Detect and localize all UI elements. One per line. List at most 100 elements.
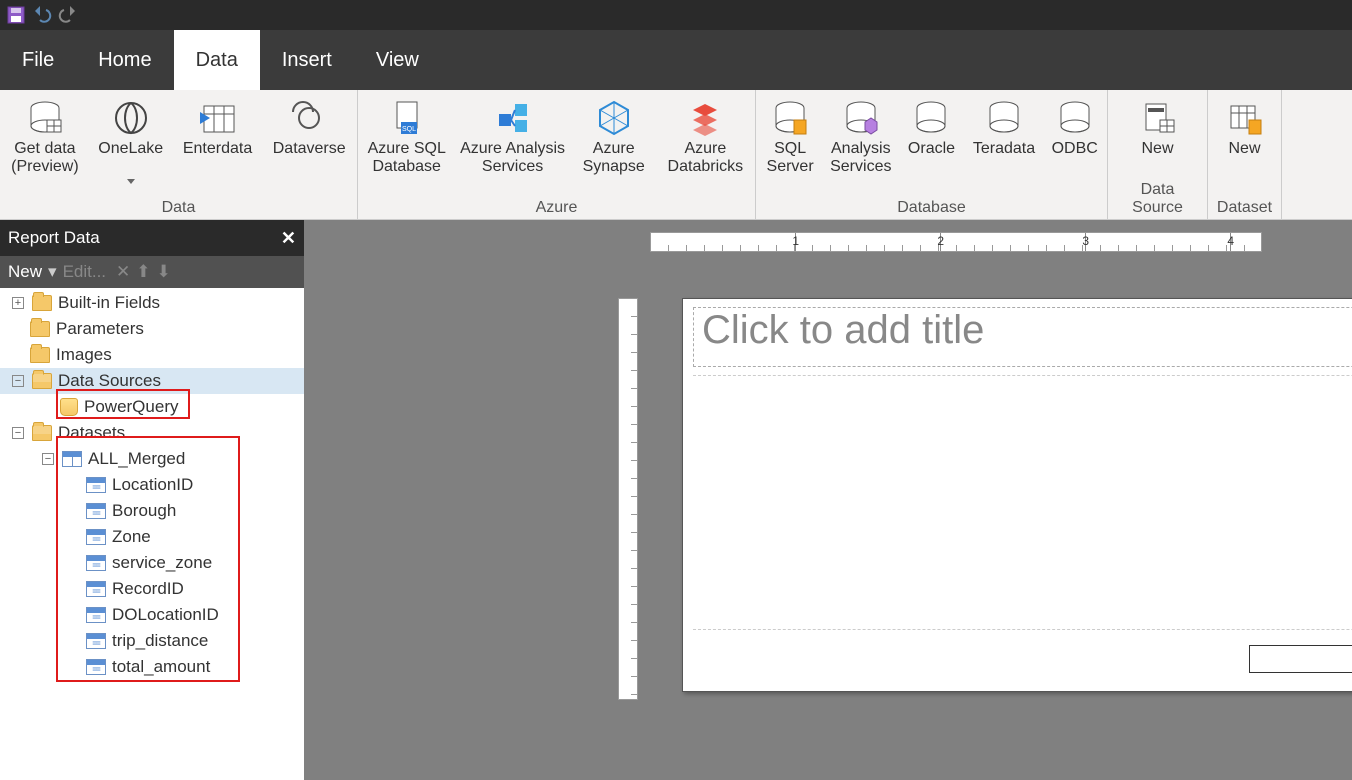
btn-label: Database	[372, 158, 441, 176]
azsql-button[interactable]: SQL Azure SQL Database	[364, 94, 449, 197]
field-icon: ==	[86, 607, 106, 623]
datasource-icon	[60, 398, 78, 416]
btn-label: Azure	[593, 140, 635, 158]
btn-label: Oracle	[908, 140, 955, 158]
group-label: Data	[6, 197, 351, 217]
execution-time-textbox[interactable]: [&ExecutionTime]	[1249, 645, 1352, 673]
btn-label: ODBC	[1052, 140, 1098, 158]
dataset-icon	[62, 451, 82, 467]
azure-sql-icon: SQL	[385, 96, 429, 140]
save-icon[interactable]	[6, 5, 26, 25]
btn-label	[1242, 158, 1246, 176]
tree-node-datasources[interactable]: − Data Sources	[0, 368, 304, 394]
tab-home[interactable]: Home	[76, 30, 173, 90]
tree-node-field[interactable]: == total_amount	[0, 654, 304, 680]
field-icon: ==	[86, 555, 106, 571]
sqlserver-icon	[768, 96, 812, 140]
group-label: Azure	[364, 197, 749, 217]
teradata-button[interactable]: Teradata	[970, 94, 1039, 197]
onelake-button[interactable]: OneLake	[94, 94, 168, 197]
tab-data[interactable]: Data	[174, 30, 260, 90]
redo-icon[interactable]	[58, 5, 78, 25]
vertical-ruler	[618, 298, 638, 700]
ribbon-group-azure: SQL Azure SQL Database Azure Analysis Se…	[358, 90, 756, 219]
tree-node-allmerged[interactable]: − ALL_Merged	[0, 446, 304, 472]
new-ds-icon	[1136, 96, 1180, 140]
tab-view[interactable]: View	[354, 30, 441, 90]
ssas-icon	[839, 96, 883, 140]
enterdata-button[interactable]: Enterdata	[178, 94, 258, 197]
azsyn-button[interactable]: Azure Synapse	[576, 94, 652, 197]
collapse-icon[interactable]: −	[42, 453, 54, 465]
tree-node-field[interactable]: == LocationID	[0, 472, 304, 498]
folder-icon	[30, 347, 50, 363]
btn-label: Services	[482, 158, 543, 176]
azure-aas-icon	[491, 96, 535, 140]
odbc-button[interactable]: ODBC	[1048, 94, 1101, 197]
tree-label: Zone	[112, 527, 151, 547]
btn-label: Get data	[14, 140, 75, 158]
edit-button: Edit...	[63, 262, 106, 282]
undo-icon[interactable]	[32, 5, 52, 25]
btn-label	[1002, 158, 1006, 176]
tree-label: DOLocationID	[112, 605, 219, 625]
tree-label: Parameters	[56, 319, 144, 339]
btn-label: (Preview)	[11, 158, 79, 176]
ribbon-group-dataset: New Dataset	[1208, 90, 1282, 219]
footer-region[interactable]: [&ExecutionTime]	[693, 629, 1352, 683]
tree-label: Images	[56, 345, 112, 365]
tree-node-field[interactable]: == RecordID	[0, 576, 304, 602]
tree-label: ALL_Merged	[88, 449, 185, 469]
tree-node-field[interactable]: == Zone	[0, 524, 304, 550]
report-canvas[interactable]: Click to add title [&ExecutionTime]	[682, 298, 1352, 692]
horizontal-ruler: 1 2 3 4 5	[650, 232, 1262, 252]
move-up-icon: ⬆	[136, 262, 150, 282]
newds-button[interactable]: New	[1114, 94, 1201, 179]
tree-node-field[interactable]: == trip_distance	[0, 628, 304, 654]
newdset-button[interactable]: New	[1214, 94, 1275, 197]
sqlserver-button[interactable]: SQL Server	[762, 94, 818, 197]
tree-label: PowerQuery	[84, 397, 178, 417]
btn-label: Dataverse	[273, 140, 346, 158]
pane-title: Report Data	[8, 228, 100, 248]
getdata-button[interactable]: Get data (Preview)	[6, 94, 84, 197]
tree-node-parameters[interactable]: Parameters	[0, 316, 304, 342]
expand-icon[interactable]: +	[12, 297, 24, 309]
azdbx-button[interactable]: Azure Databricks	[662, 94, 749, 197]
report-data-tree[interactable]: + Built-in Fields Parameters Images − Da…	[0, 288, 304, 780]
btn-label: Azure SQL	[368, 140, 446, 158]
tab-insert[interactable]: Insert	[260, 30, 354, 90]
btn-label	[1155, 158, 1159, 176]
tree-label: RecordID	[112, 579, 184, 599]
new-button[interactable]: New	[8, 262, 42, 282]
btn-label	[1072, 158, 1076, 176]
collapse-icon[interactable]: −	[12, 375, 24, 387]
group-label: Data Source	[1114, 179, 1201, 217]
tree-node-field[interactable]: == Borough	[0, 498, 304, 524]
close-icon[interactable]: ✕	[281, 228, 296, 249]
field-icon: ==	[86, 503, 106, 519]
title-placeholder[interactable]: Click to add title	[693, 307, 1352, 367]
odbc-icon	[1053, 96, 1097, 140]
dataverse-icon	[287, 96, 331, 140]
ssas-button[interactable]: Analysis Services	[828, 94, 893, 197]
azaas-button[interactable]: Azure Analysis Services	[459, 94, 565, 197]
tree-node-builtin[interactable]: + Built-in Fields	[0, 290, 304, 316]
tree-node-field[interactable]: == service_zone	[0, 550, 304, 576]
btn-label: Azure	[684, 140, 726, 158]
dataverse-button[interactable]: Dataverse	[267, 94, 351, 197]
tree-node-images[interactable]: Images	[0, 342, 304, 368]
tree-node-powerquery[interactable]: PowerQuery	[0, 394, 304, 420]
ribbon-group-datasource: New Data Source	[1108, 90, 1208, 219]
delete-icon: ✕	[116, 262, 130, 282]
ribbon-group-data: Get data (Preview) OneLake Enterdata Dat…	[0, 90, 358, 219]
tree-node-datasets[interactable]: − Datasets	[0, 420, 304, 446]
btn-label	[129, 158, 133, 176]
tree-node-field[interactable]: == DOLocationID	[0, 602, 304, 628]
group-label: Dataset	[1214, 197, 1275, 217]
tab-file[interactable]: File	[0, 30, 76, 90]
collapse-icon[interactable]: −	[12, 427, 24, 439]
teradata-icon	[982, 96, 1026, 140]
tree-label: total_amount	[112, 657, 210, 677]
oracle-button[interactable]: Oracle	[903, 94, 959, 197]
